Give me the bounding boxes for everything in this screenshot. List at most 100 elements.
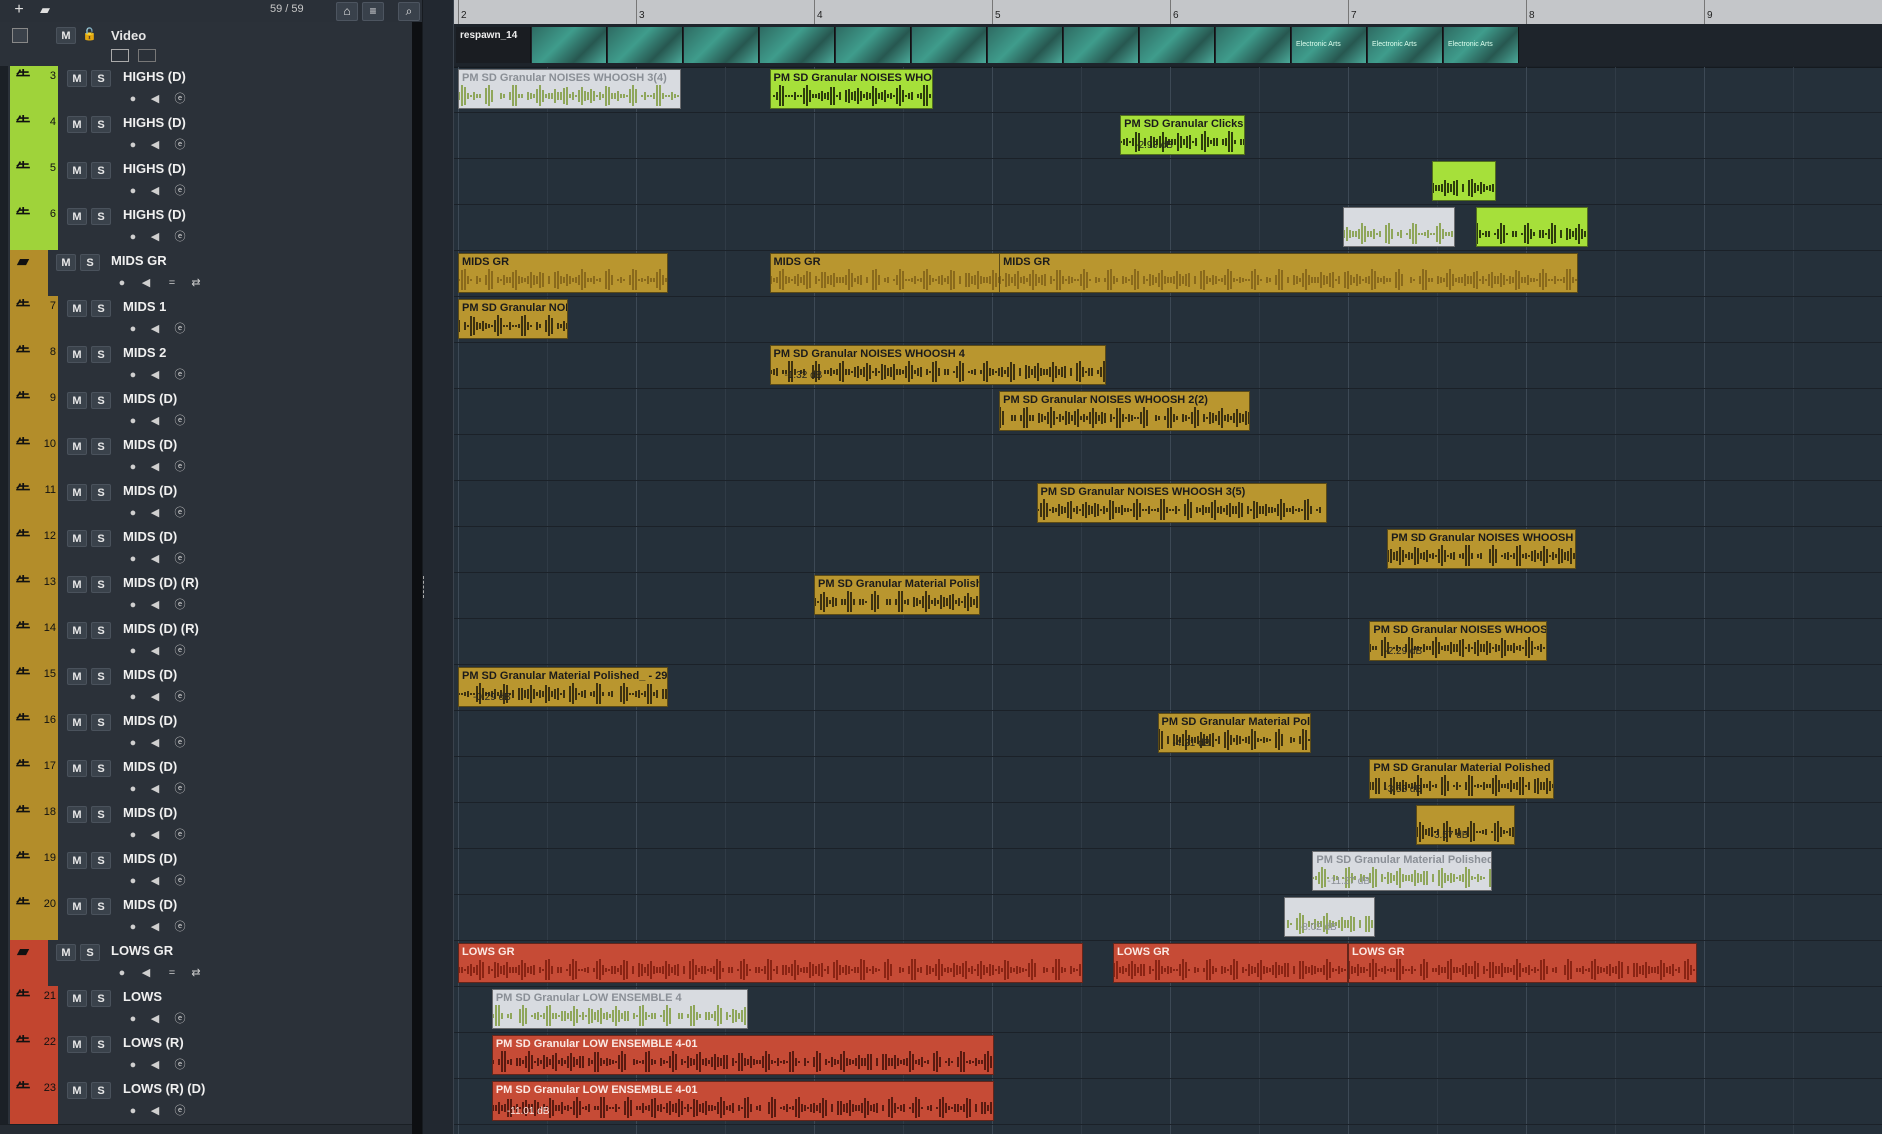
folder-part[interactable]: MIDS GR xyxy=(999,253,1578,293)
audio-track[interactable]: ⺧ 18 M S MIDS (D) ● ◀ ⓔ xyxy=(0,802,412,849)
edit-channel-icon[interactable]: ⓔ xyxy=(171,874,189,889)
monitor-icon[interactable]: ◀ xyxy=(146,1104,164,1119)
audio-track[interactable]: ⺧ 4 M S HIGHS (D) ● ◀ ⓔ xyxy=(0,112,412,159)
audio-track[interactable]: ⺧ 9 M S MIDS (D) ● ◀ ⓔ xyxy=(0,388,412,435)
mute-button[interactable]: M xyxy=(67,392,87,409)
monitor-icon[interactable]: ◀ xyxy=(146,690,164,705)
audio-track[interactable]: ⺧ 19 M S MIDS (D) ● ◀ ⓔ xyxy=(0,848,412,895)
monitor-icon[interactable]: ◀ xyxy=(146,644,164,659)
video-thumbnail[interactable] xyxy=(988,27,1063,63)
record-icon[interactable]: ● xyxy=(124,552,142,567)
mute-button[interactable]: M xyxy=(67,116,87,133)
edit-channel-icon[interactable]: ⓔ xyxy=(171,92,189,107)
audio-track[interactable]: ⺧ 23 M S LOWS (R) (D) ● ◀ ⓔ xyxy=(0,1078,412,1125)
audio-event[interactable]: PM SD Granular NOISES WHOOS -2.29 dB xyxy=(1369,621,1548,661)
audio-track[interactable]: ⺧ 12 M S MIDS (D) ● ◀ ⓔ xyxy=(0,526,412,573)
plus-icon[interactable]: + xyxy=(8,1,30,19)
edit-channel-icon[interactable]: ⓔ xyxy=(171,644,189,659)
monitor-icon[interactable]: ◀ xyxy=(146,598,164,613)
video-thumbnail[interactable]: Electronic Arts xyxy=(1292,27,1367,63)
edit-channel-icon[interactable]: ⓔ xyxy=(171,506,189,521)
record-icon[interactable]: ● xyxy=(124,782,142,797)
mute-button[interactable]: M xyxy=(67,898,87,915)
audio-event[interactable]: PM SD Granular LOW ENSEMBLE 4-01 -11.01 d… xyxy=(491,1081,994,1121)
mute-button[interactable]: M xyxy=(67,484,87,501)
video-mute-button[interactable]: M xyxy=(56,27,76,44)
solo-button[interactable]: S xyxy=(91,70,111,87)
record-icon[interactable]: ● xyxy=(124,184,142,199)
audio-event[interactable]: PM SD Granular Material Polish xyxy=(814,575,980,615)
audio-event[interactable] xyxy=(1431,161,1496,201)
video-thumbnail[interactable]: respawn_14 xyxy=(456,27,531,63)
monitor-icon[interactable]: ◀ xyxy=(137,966,155,981)
solo-button[interactable]: S xyxy=(91,852,111,869)
monitor-icon[interactable]: ◀ xyxy=(146,552,164,567)
monitor-icon[interactable]: ◀ xyxy=(146,184,164,199)
audio-event[interactable]: PM SD Granular NOISES WHO xyxy=(769,69,934,109)
edit-channel-icon[interactable]: ⓔ xyxy=(171,460,189,475)
monitor-icon[interactable]: ◀ xyxy=(146,92,164,107)
mute-button[interactable]: M xyxy=(67,990,87,1007)
edit-channel-icon[interactable]: ⓔ xyxy=(171,690,189,705)
solo-button[interactable]: S xyxy=(91,208,111,225)
mute-button[interactable]: M xyxy=(67,208,87,225)
mute-button[interactable]: M xyxy=(67,438,87,455)
video-thumbnail[interactable] xyxy=(608,27,683,63)
monitor-icon[interactable]: ◀ xyxy=(137,276,155,291)
solo-button[interactable]: S xyxy=(91,760,111,777)
monitor-icon[interactable]: ◀ xyxy=(146,230,164,245)
mute-button[interactable]: M xyxy=(67,806,87,823)
solo-button[interactable]: S xyxy=(91,990,111,1007)
video-thumbnail[interactable] xyxy=(760,27,835,63)
solo-button[interactable]: S xyxy=(91,116,111,133)
record-icon[interactable]: ● xyxy=(124,506,142,521)
audio-event[interactable]: PM SD Granular Material Polished -11.27 d… xyxy=(1312,851,1493,891)
solo-button[interactable]: S xyxy=(80,944,100,961)
project-window[interactable]: 2 3 4 5 6 7 8 9 respawn_14 Electronic Arts Electr… xyxy=(454,0,1882,1134)
record-icon[interactable]: ● xyxy=(124,598,142,613)
audio-event[interactable]: PM SD Granular NOI xyxy=(458,299,569,339)
mute-button[interactable]: M xyxy=(67,760,87,777)
record-icon[interactable]: ● xyxy=(124,322,142,337)
edit-channel-icon[interactable]: ⓔ xyxy=(171,322,189,337)
mute-button[interactable]: M xyxy=(67,162,87,179)
folder-part[interactable]: MIDS GR xyxy=(458,253,669,293)
video-thumbnail[interactable] xyxy=(1216,27,1291,63)
monitor-icon[interactable]: ◀ xyxy=(146,138,164,153)
audio-event[interactable]: PM SD Granular NOISES WHOOSH xyxy=(1387,529,1576,569)
record-icon[interactable]: ● xyxy=(124,874,142,889)
record-icon[interactable]: ● xyxy=(124,1012,142,1027)
solo-button[interactable]: S xyxy=(91,530,111,547)
audio-track[interactable]: ⺧ 11 M S MIDS (D) ● ◀ ⓔ xyxy=(0,480,412,527)
video-thumbnail[interactable] xyxy=(1140,27,1215,63)
edit-icon[interactable]: = xyxy=(163,966,181,981)
edit-channel-icon[interactable]: ⓔ xyxy=(171,1012,189,1027)
mute-button[interactable]: M xyxy=(67,346,87,363)
edit-channel-icon[interactable]: ⓔ xyxy=(171,552,189,567)
video-track-checkbox[interactable] xyxy=(12,28,28,43)
track-list-scrollbar[interactable] xyxy=(412,22,422,1134)
solo-button[interactable]: S xyxy=(91,162,111,179)
audio-track[interactable]: ⺧ 6 M S HIGHS (D) ● ◀ ⓔ xyxy=(0,204,412,251)
edit-channel-icon[interactable]: ⓔ xyxy=(171,368,189,383)
video-thumbnail[interactable] xyxy=(912,27,987,63)
record-icon[interactable]: ● xyxy=(124,460,142,475)
divider-grip[interactable] xyxy=(423,576,427,598)
edit-channel-icon[interactable]: ⓔ xyxy=(171,1058,189,1073)
edit-channel-icon[interactable]: ⓔ xyxy=(171,736,189,751)
record-icon[interactable]: ● xyxy=(113,276,131,291)
video-thumbnail[interactable]: Electronic Arts xyxy=(1444,27,1519,63)
record-icon[interactable]: ● xyxy=(124,138,142,153)
edit-channel-icon[interactable]: ⓔ xyxy=(171,1104,189,1119)
freeze-icon[interactable]: ⇄ xyxy=(187,966,205,981)
audio-event[interactable]: PM SD Granular NOISES WHOOSH 2(2) xyxy=(999,391,1251,431)
audio-event[interactable]: -3.57 dB xyxy=(1415,805,1516,845)
folder-track[interactable]: ▰ M S LOWS GR ● ◀ = ⇄ xyxy=(0,940,412,987)
edit-channel-icon[interactable]: ⓔ xyxy=(171,598,189,613)
audio-track[interactable]: ⺧ 14 M S MIDS (D) (R) ● ◀ ⓔ xyxy=(0,618,412,665)
audio-event[interactable] xyxy=(1476,207,1589,247)
video-thumbnail[interactable] xyxy=(836,27,911,63)
solo-button[interactable]: S xyxy=(91,392,111,409)
timeline-ruler[interactable]: 2 3 4 5 6 7 8 9 xyxy=(454,0,1882,25)
freeze-icon[interactable]: ⇄ xyxy=(187,276,205,291)
